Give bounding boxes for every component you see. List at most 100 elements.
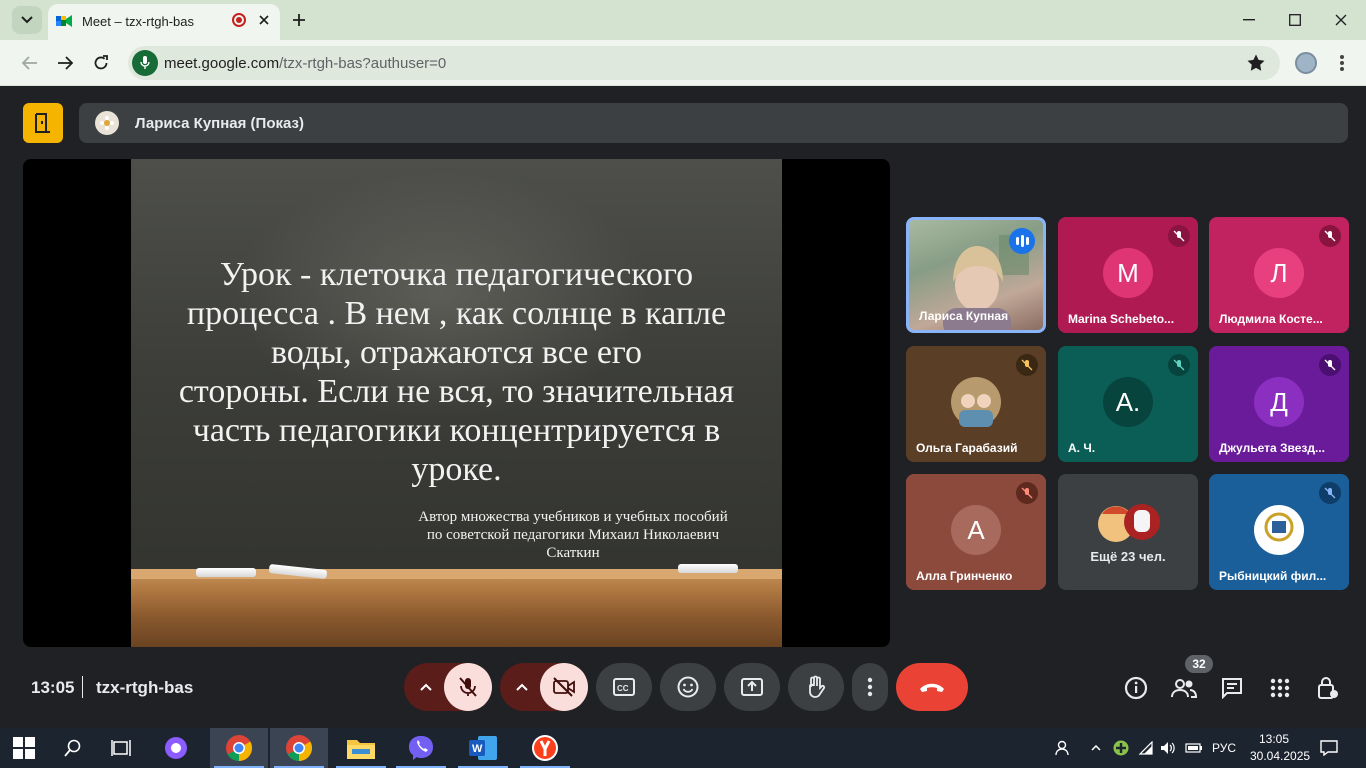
volume-icon[interactable]	[1158, 728, 1178, 768]
participant-avatar: А	[951, 505, 1001, 555]
microphone-in-use-icon[interactable]	[132, 50, 158, 76]
participant-name: Алла Гринченко	[916, 569, 1013, 583]
word-icon: W	[469, 736, 497, 760]
door-icon	[35, 113, 50, 133]
close-window-button[interactable]	[1326, 6, 1356, 34]
participant-name: Ольга Гарабазий	[916, 441, 1018, 455]
url-path: /tzx-rtgh-bas?authuser=0	[279, 55, 447, 72]
present-screen-button[interactable]	[724, 663, 780, 711]
new-tab-button[interactable]	[288, 9, 310, 31]
task-view-icon	[111, 740, 131, 756]
plus-icon	[293, 14, 305, 26]
taskbar-chrome[interactable]	[210, 728, 268, 768]
raise-hand-button[interactable]	[788, 663, 844, 711]
tray-app-icon[interactable]	[1110, 728, 1132, 768]
host-controls-button[interactable]	[1314, 674, 1342, 702]
task-view-button[interactable]	[98, 728, 144, 768]
taskbar-yandex-browser[interactable]	[516, 728, 574, 768]
people-tray-icon[interactable]	[1050, 728, 1076, 768]
chalk-piece	[678, 564, 738, 573]
yandex-browser-icon	[532, 735, 558, 761]
tab-close-button[interactable]	[254, 10, 274, 30]
reload-icon	[94, 55, 108, 70]
svg-text:CC: CC	[617, 684, 629, 693]
taskbar-clock-date[interactable]: 30.04.2025	[1250, 749, 1310, 763]
search-button[interactable]	[50, 728, 96, 768]
emoji-icon	[677, 676, 699, 698]
more-vert-icon	[867, 677, 873, 697]
notifications-button[interactable]	[1314, 728, 1344, 768]
participant-tile[interactable]: M Marina Schebeto...	[1058, 217, 1198, 333]
chevron-up-icon	[420, 683, 432, 691]
people-count-badge: 32	[1185, 655, 1213, 673]
participant-avatar: Л	[1254, 248, 1304, 298]
speaking-indicator-icon	[1009, 228, 1035, 254]
taskbar-viber[interactable]	[392, 728, 450, 768]
call-end-icon	[920, 683, 944, 692]
participant-tile[interactable]: А. А. Ч.	[1058, 346, 1198, 462]
captions-button[interactable]: CC	[596, 663, 652, 711]
chevron-up-icon	[516, 683, 528, 691]
alice-assistant-button[interactable]	[152, 728, 200, 768]
participant-name: А. Ч.	[1068, 441, 1096, 455]
tab-title: Meet – tzx-rtgh-bas	[82, 14, 194, 29]
mic-off-icon	[1016, 482, 1038, 504]
arrow-left-icon	[22, 56, 37, 70]
maximize-button[interactable]	[1280, 6, 1310, 34]
participant-tile[interactable]: Лариса Купная	[906, 217, 1046, 333]
meeting-details-button[interactable]	[1122, 674, 1150, 702]
tab-search-button[interactable]	[12, 6, 42, 34]
more-participants-tile[interactable]: Ещё 23 чел.	[1058, 474, 1198, 590]
stop-presentation-view-button[interactable]	[23, 103, 63, 143]
camera-toggle-button[interactable]	[540, 663, 588, 711]
participant-tile[interactable]: Ольга Гарабазий	[906, 346, 1046, 462]
people-button[interactable]	[1170, 674, 1198, 702]
back-button[interactable]	[18, 51, 42, 75]
forward-button[interactable]	[53, 51, 77, 75]
microphone-toggle-button[interactable]	[444, 663, 492, 711]
chrome-icon	[286, 735, 313, 762]
windows-logo-icon	[13, 737, 35, 759]
folder-icon	[347, 740, 375, 759]
minimize-icon	[1243, 19, 1255, 21]
mic-off-icon	[1319, 225, 1341, 247]
browser-menu-button[interactable]	[1334, 52, 1350, 74]
participant-name: Джульета Звезд...	[1219, 441, 1325, 455]
browser-tab-bar: Meet – tzx-rtgh-bas	[0, 0, 1366, 40]
battery-icon[interactable]	[1182, 728, 1206, 768]
flower-icon	[100, 116, 114, 130]
presentation-stage: Урок - клеточка педагогического процесса…	[23, 159, 890, 647]
network-icon[interactable]	[1136, 728, 1156, 768]
taskbar-file-explorer[interactable]	[332, 728, 390, 768]
participant-name: Лариса Купная	[919, 309, 1009, 323]
maximize-icon	[1289, 14, 1301, 26]
reload-button[interactable]	[89, 51, 113, 75]
taskbar-chrome-profile[interactable]	[270, 728, 328, 768]
chat-button[interactable]	[1218, 674, 1246, 702]
video-options-button[interactable]	[500, 663, 544, 711]
input-language[interactable]: РУС	[1212, 741, 1236, 755]
minimize-button[interactable]	[1234, 6, 1264, 34]
taskbar-word[interactable]: W	[454, 728, 512, 768]
taskbar-clock-time[interactable]: 13:05	[1259, 732, 1289, 746]
people-icon	[1171, 679, 1197, 698]
participant-photo-avatar	[951, 377, 1001, 427]
participant-tile[interactable]: А Алла Гринченко	[906, 474, 1046, 590]
start-button[interactable]	[0, 728, 48, 768]
slide-author: Автор множества учебников и учебных посо…	[418, 509, 728, 561]
more-options-button[interactable]	[852, 663, 888, 711]
profile-avatar[interactable]	[1295, 52, 1317, 74]
audio-options-button[interactable]	[404, 663, 448, 711]
reactions-button[interactable]	[660, 663, 716, 711]
chrome-icon	[226, 735, 253, 762]
participant-tile[interactable]: Л Людмила Косте...	[1209, 217, 1349, 333]
bookmark-star-icon[interactable]	[1246, 53, 1266, 73]
search-icon	[64, 739, 81, 757]
activities-button[interactable]	[1266, 674, 1294, 702]
leave-call-button[interactable]	[896, 663, 968, 711]
browser-tab-meet[interactable]: Meet – tzx-rtgh-bas	[48, 4, 280, 40]
participant-tile[interactable]: Д Джульета Звезд...	[1209, 346, 1349, 462]
show-hidden-icons-button[interactable]	[1088, 728, 1104, 768]
address-bar[interactable]: meet.google.com/tzx-rtgh-bas?authuser=0	[128, 46, 1280, 80]
participant-tile[interactable]: Рыбницкий фил...	[1209, 474, 1349, 590]
